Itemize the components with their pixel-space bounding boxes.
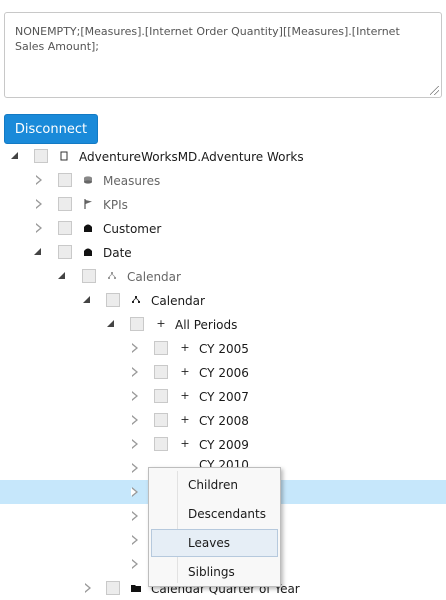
expand-arrow-icon[interactable]: [131, 559, 138, 569]
tree-node-label: KPIs: [103, 198, 128, 212]
tree-node-label: Calendar: [151, 294, 205, 308]
dimension-icon: [82, 245, 94, 259]
plus-member-icon: +: [180, 413, 190, 426]
node-checkbox[interactable]: [154, 413, 168, 427]
node-checkbox[interactable]: [106, 581, 120, 595]
expand-arrow-icon[interactable]: [131, 391, 138, 401]
expand-arrow-icon[interactable]: [84, 583, 91, 593]
tree-node-label: CY 2008: [199, 414, 249, 428]
node-checkbox[interactable]: [154, 389, 168, 403]
cube-icon: [58, 149, 70, 163]
dimension-icon: [82, 221, 94, 235]
plus-member-icon: +: [156, 317, 166, 330]
flag-icon: [82, 197, 94, 211]
tree-node-label: All Periods: [175, 318, 238, 332]
tree-node-date[interactable]: Date: [0, 240, 446, 264]
expand-arrow-icon[interactable]: [131, 487, 138, 497]
tree-node-cy2006[interactable]: + CY 2006: [0, 360, 446, 384]
measure-group-icon: [82, 173, 94, 187]
tree-node-cy2005[interactable]: + CY 2005: [0, 336, 446, 360]
expand-arrow-icon[interactable]: [131, 343, 138, 353]
tree-node-calendar-hierarchy[interactable]: Calendar: [0, 264, 446, 288]
collapse-arrow-icon[interactable]: [34, 248, 41, 255]
tree-node-label: Customer: [103, 222, 162, 236]
tree-node-label: Measures: [103, 174, 161, 188]
plus-member-icon: +: [180, 437, 190, 450]
folder-icon: [130, 581, 142, 595]
context-menu: Children Descendants Leaves Siblings: [148, 467, 281, 587]
collapse-arrow-icon[interactable]: [83, 296, 90, 303]
node-checkbox[interactable]: [58, 221, 72, 235]
tree-node-cy2009[interactable]: + CY 2009: [0, 432, 446, 456]
expand-arrow-icon[interactable]: [131, 439, 138, 449]
disconnect-button[interactable]: Disconnect: [4, 114, 98, 144]
menu-item-children[interactable]: Children: [151, 471, 278, 499]
tree-node-label: AdventureWorksMD.Adventure Works: [79, 150, 304, 164]
node-checkbox[interactable]: [154, 437, 168, 451]
expand-arrow-icon[interactable]: [35, 199, 42, 209]
node-checkbox[interactable]: [58, 173, 72, 187]
hierarchy-icon: [106, 269, 118, 283]
node-checkbox[interactable]: [82, 269, 96, 283]
tree-node-label: Calendar: [127, 270, 181, 284]
resize-grip-icon[interactable]: [430, 86, 439, 95]
expand-arrow-icon[interactable]: [131, 415, 138, 425]
plus-member-icon: +: [180, 341, 190, 354]
plus-member-icon: +: [180, 389, 190, 402]
node-checkbox[interactable]: [106, 293, 120, 307]
expand-arrow-icon[interactable]: [131, 463, 138, 473]
node-checkbox[interactable]: [58, 245, 72, 259]
plus-member-icon: +: [180, 365, 190, 378]
node-checkbox[interactable]: [154, 341, 168, 355]
node-checkbox[interactable]: [130, 317, 144, 331]
tree-node-label: CY 2006: [199, 366, 249, 380]
tree-node-label: Date: [103, 246, 132, 260]
collapse-arrow-icon[interactable]: [107, 320, 114, 327]
expand-arrow-icon[interactable]: [35, 223, 42, 233]
tree-node-cy2008[interactable]: + CY 2008: [0, 408, 446, 432]
tree-node-cy2007[interactable]: + CY 2007: [0, 384, 446, 408]
tree-node-root[interactable]: AdventureWorksMD.Adventure Works: [0, 144, 446, 168]
node-checkbox[interactable]: [34, 149, 48, 163]
expand-arrow-icon[interactable]: [131, 535, 138, 545]
tree-node-measures[interactable]: Measures: [0, 168, 446, 192]
tree-node-label: CY 2005: [199, 342, 249, 356]
tree-node-calendar[interactable]: Calendar: [0, 288, 446, 312]
expand-arrow-icon[interactable]: [35, 175, 42, 185]
node-checkbox[interactable]: [154, 365, 168, 379]
expand-arrow-icon[interactable]: [131, 367, 138, 377]
collapse-arrow-icon[interactable]: [11, 152, 18, 159]
tree-node-label: CY 2007: [199, 390, 249, 404]
mdx-query-textarea[interactable]: NONEMPTY;[Measures].[Internet Order Quan…: [4, 12, 442, 98]
node-checkbox[interactable]: [58, 197, 72, 211]
collapse-arrow-icon[interactable]: [58, 272, 65, 279]
expand-arrow-icon[interactable]: [131, 511, 138, 521]
menu-item-leaves[interactable]: Leaves: [151, 529, 278, 557]
menu-item-descendants[interactable]: Descendants: [151, 500, 278, 528]
tree-node-customer[interactable]: Customer: [0, 216, 446, 240]
menu-item-siblings[interactable]: Siblings: [151, 558, 278, 586]
tree-node-all-periods[interactable]: + All Periods: [0, 312, 446, 336]
query-text: NONEMPTY;[Measures].[Internet Order Quan…: [15, 25, 400, 53]
tree-node-label: CY 2009: [199, 438, 249, 452]
tree-node-kpis[interactable]: KPIs: [0, 192, 446, 216]
hierarchy-icon: [130, 293, 142, 307]
